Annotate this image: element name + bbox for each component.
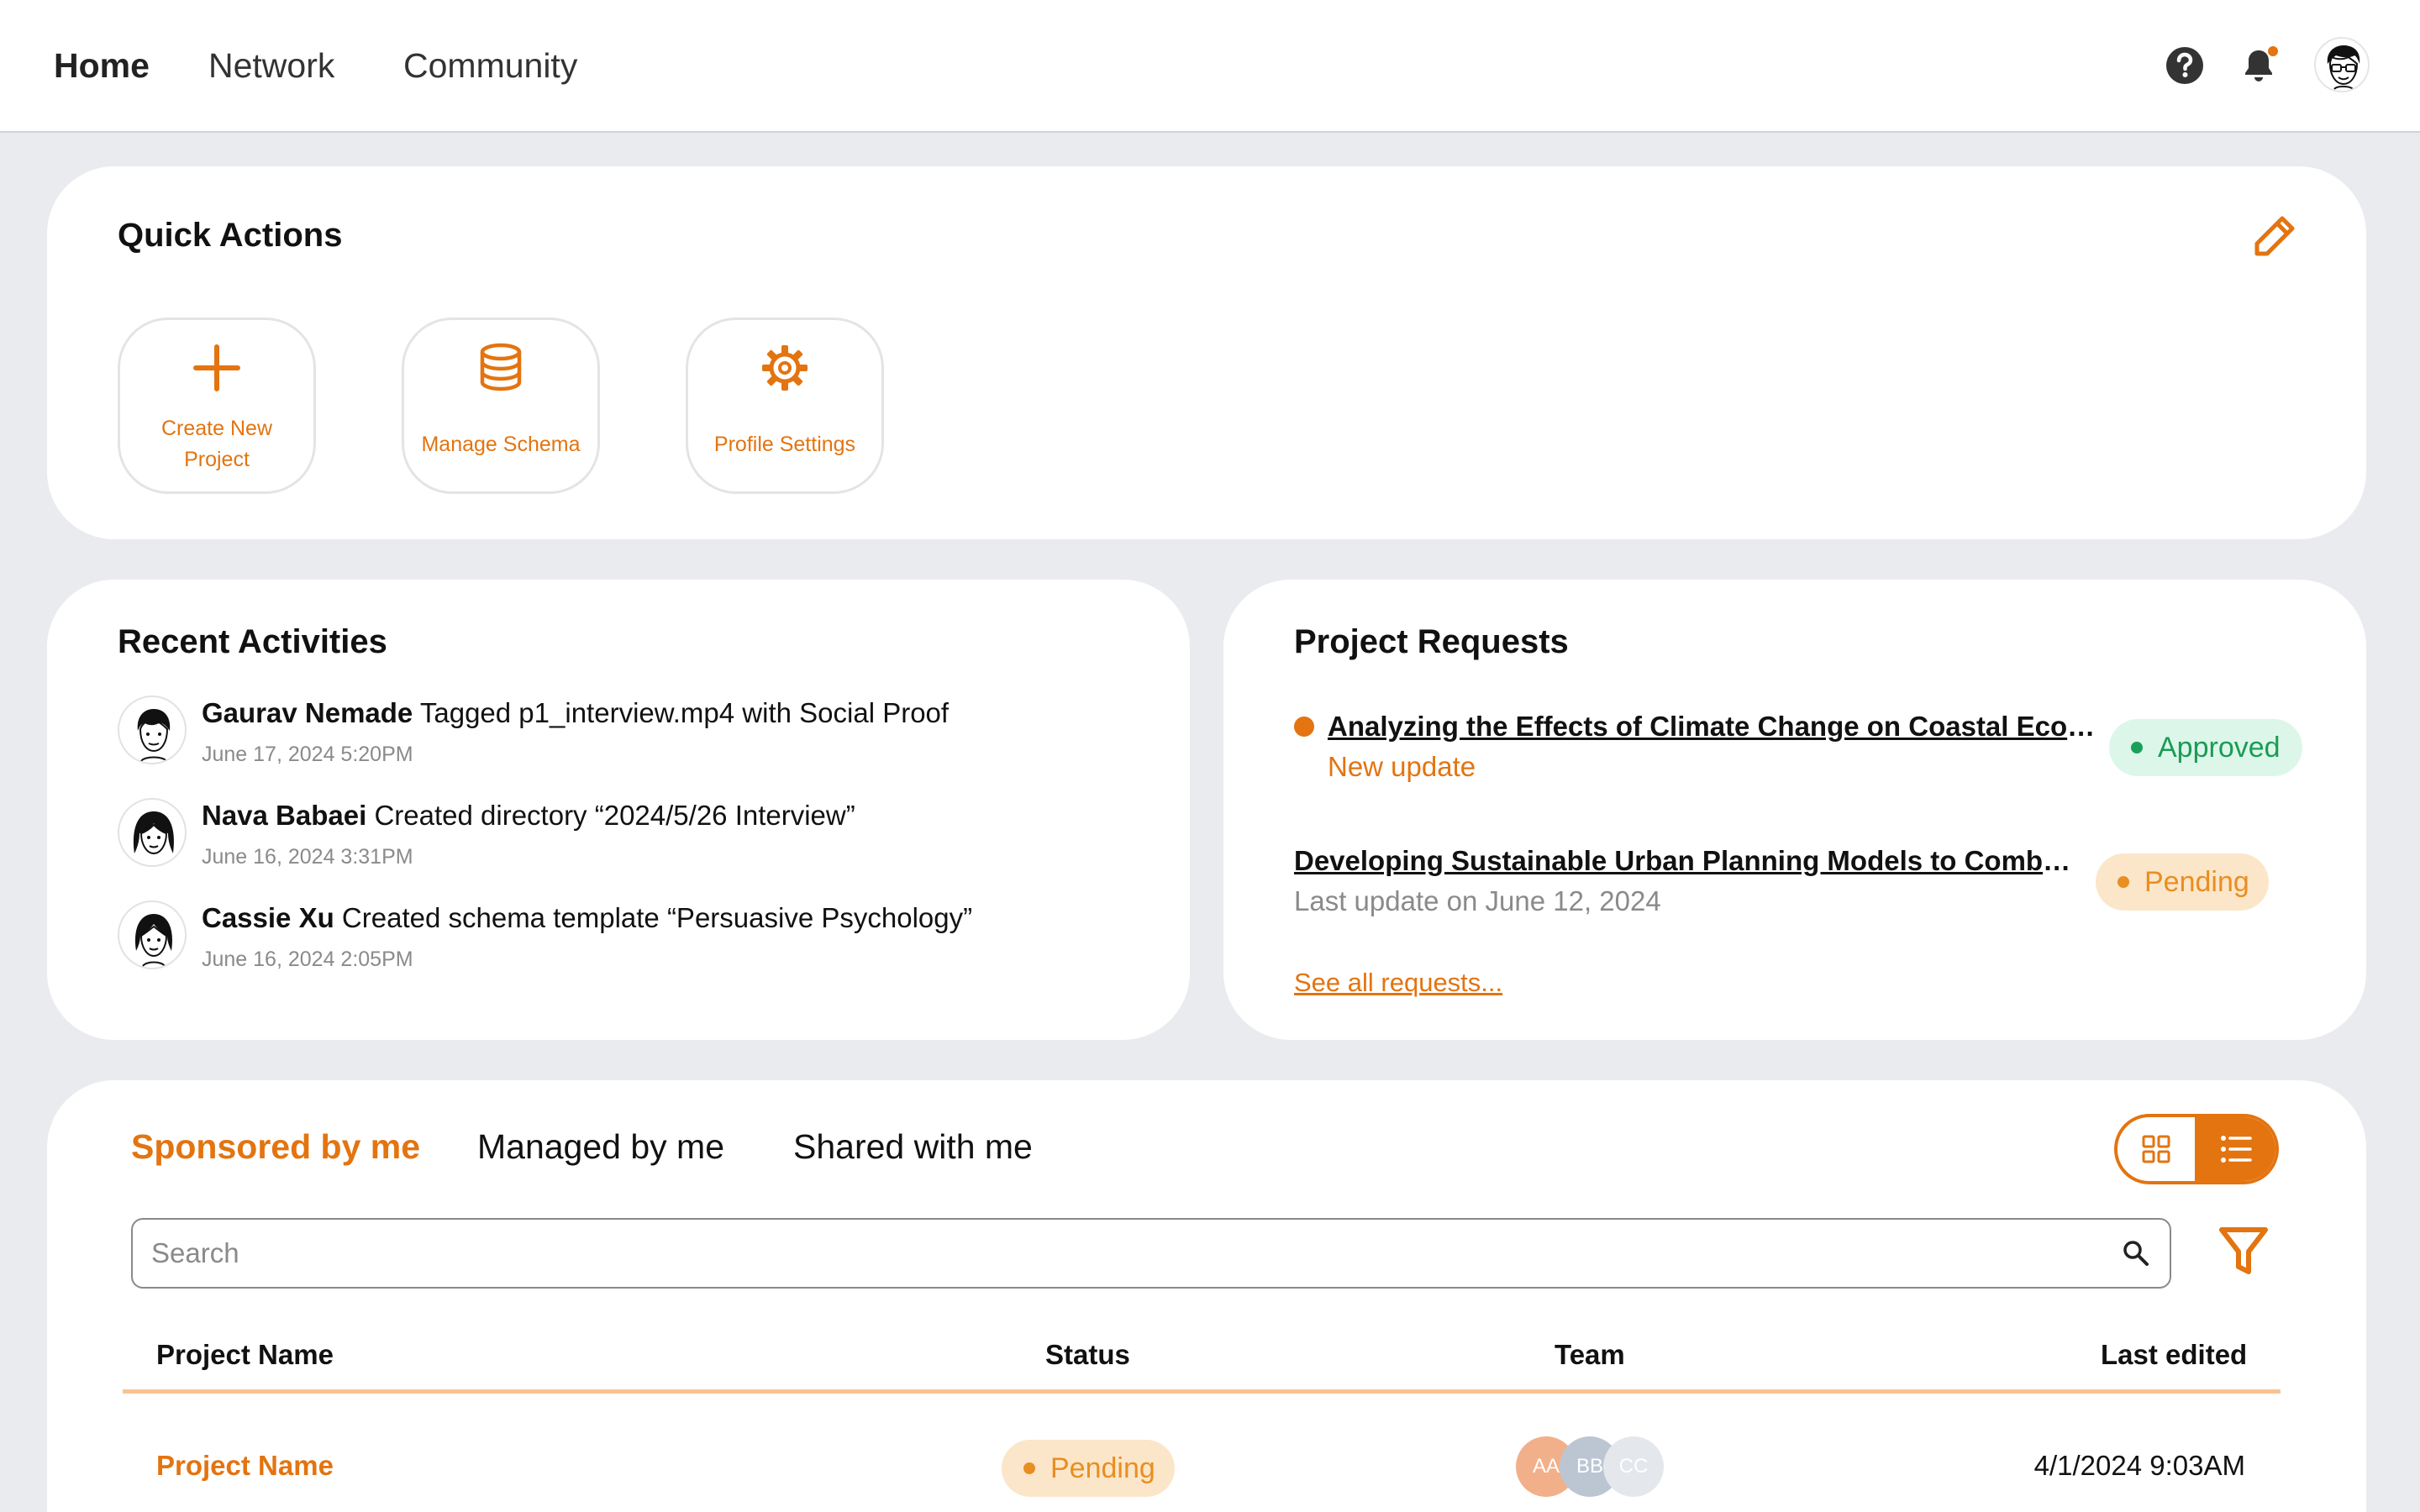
user-avatar [118, 696, 187, 764]
notification-bell-icon[interactable] [2237, 44, 2281, 87]
see-all-requests-link[interactable]: See all requests... [1294, 968, 1502, 998]
list-view-button[interactable] [2195, 1117, 2275, 1181]
activity-item: Nava Babaei Created directory “2024/5/26… [118, 798, 1176, 882]
status-text: Approved [2158, 731, 2281, 764]
team-member-avatar[interactable]: CC [1603, 1436, 1664, 1497]
search-bar [131, 1218, 2171, 1289]
list-icon [2221, 1136, 2252, 1163]
column-header-status[interactable]: Status [1045, 1339, 1130, 1371]
tab-sponsored-by-me[interactable]: Sponsored by me [131, 1127, 420, 1167]
project-name-link[interactable]: Project Name [156, 1450, 334, 1482]
quick-actions-card [47, 166, 2366, 539]
activity-action: Created directory “2024/5/26 Interview” [374, 800, 855, 831]
filter-icon[interactable] [2217, 1225, 2270, 1278]
create-new-project-label: Create New Project [161, 417, 272, 471]
quick-actions-title: Quick Actions [118, 217, 343, 254]
activity-item: Cassie Xu Created schema template “Persu… [118, 900, 1176, 984]
activity-text: Nava Babaei Created directory “2024/5/26… [202, 800, 855, 832]
nav-tab-home[interactable]: Home [54, 44, 150, 87]
status-dot [2131, 742, 2143, 753]
activity-user-name[interactable]: Cassie Xu [202, 902, 334, 933]
plus-icon [193, 344, 240, 391]
status-badge-pending: Pending [2096, 853, 2269, 911]
user-avatar [118, 798, 187, 867]
activity-action: Tagged p1_interview.mp4 with Social Proo… [419, 697, 950, 728]
activity-text: Gaurav Nemade Tagged p1_interview.mp4 wi… [202, 697, 949, 729]
activity-user-name[interactable]: Nava Babaei [202, 800, 366, 831]
database-icon [480, 343, 522, 391]
activity-timestamp: June 17, 2024 5:20PM [202, 743, 413, 766]
project-request-title[interactable]: Developing Sustainable Urban Planning Mo… [1294, 845, 2071, 877]
gear-icon [762, 345, 808, 391]
unread-indicator-dot [1294, 717, 1314, 737]
activity-timestamp: June 16, 2024 3:31PM [202, 845, 413, 869]
last-edited-date: 4/1/2024 9:03AM [2033, 1450, 2245, 1481]
nav-tab-network[interactable]: Network [208, 44, 334, 87]
activity-item: Gaurav Nemade Tagged p1_interview.mp4 wi… [118, 696, 1176, 780]
status-badge-pending: Pending [1002, 1440, 1175, 1497]
grid-icon [2142, 1135, 2170, 1163]
search-input[interactable] [151, 1220, 2084, 1287]
view-toggle [2114, 1114, 2279, 1184]
activity-timestamp: June 16, 2024 2:05PM [202, 948, 413, 971]
profile-settings-label: Profile Settings [713, 432, 856, 456]
tab-shared-with-me[interactable]: Shared with me [793, 1127, 1033, 1167]
project-request-title[interactable]: Analyzing the Effects of Climate Change … [1328, 711, 2101, 743]
user-avatar [118, 900, 187, 969]
activity-action: Created schema template “Persuasive Psyc… [341, 902, 973, 933]
nav-tab-community[interactable]: Community [403, 44, 577, 87]
top-navigation-bar: Home Network Community [0, 0, 2420, 133]
status-text: Pending [2144, 865, 2249, 898]
column-header-team[interactable]: Team [1555, 1339, 1625, 1371]
recent-activities-title: Recent Activities [118, 623, 387, 660]
status-dot [1023, 1462, 1035, 1474]
table-header-divider [123, 1389, 2281, 1394]
status-dot [2118, 876, 2129, 888]
project-request-subtitle: Last update on June 12, 2024 [1294, 885, 1661, 916]
status-badge-approved: Approved [2109, 719, 2302, 776]
status-text: Pending [1050, 1452, 1155, 1484]
user-avatar[interactable] [2314, 37, 2370, 92]
activity-user-name[interactable]: Gaurav Nemade [202, 697, 413, 728]
column-header-last-edited[interactable]: Last edited [2101, 1339, 2247, 1371]
column-header-project-name[interactable]: Project Name [156, 1339, 334, 1371]
create-new-project-button[interactable]: Create New Project [118, 318, 316, 494]
manage-schema-button[interactable]: Manage Schema [402, 318, 600, 494]
profile-settings-button[interactable]: Profile Settings [686, 318, 884, 494]
manage-schema-label: Manage Schema [421, 432, 581, 456]
help-icon[interactable] [2163, 44, 2207, 87]
project-request-subtitle: New update [1328, 751, 1476, 782]
tab-managed-by-me[interactable]: Managed by me [477, 1127, 724, 1167]
edit-pencil-icon[interactable] [2249, 212, 2299, 262]
search-icon[interactable] [2121, 1238, 2151, 1268]
activity-text: Cassie Xu Created schema template “Persu… [202, 902, 972, 934]
grid-view-button[interactable] [2118, 1117, 2195, 1181]
project-requests-title: Project Requests [1294, 623, 1569, 660]
